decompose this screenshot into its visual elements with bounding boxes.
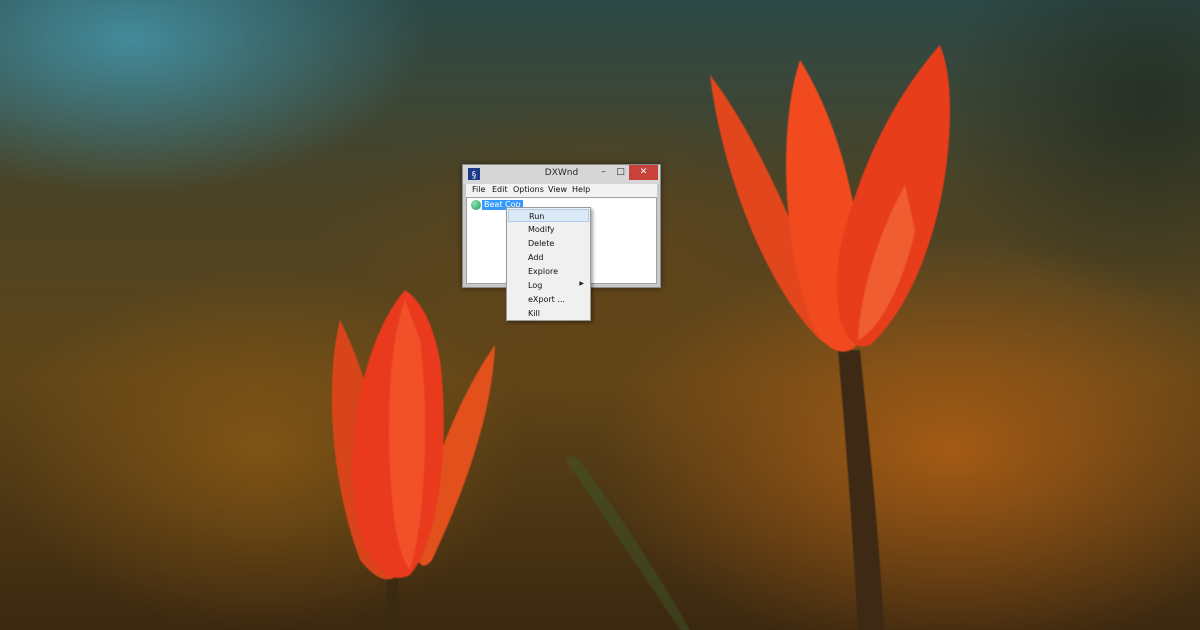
- right-tulip-petal-right: [836, 45, 950, 347]
- dxwnd-app-icon: §: [468, 168, 480, 180]
- context-menu: Run Modify Delete Add Explore Log ▶ eXpo…: [506, 207, 591, 321]
- context-menu-modify[interactable]: Modify: [508, 223, 589, 236]
- context-menu-item-label: eXport ...: [528, 295, 565, 304]
- grass-blade: [565, 455, 690, 630]
- menu-bar: File Edit Options View Help: [466, 184, 657, 197]
- context-menu-item-label: Kill: [528, 309, 540, 318]
- menu-help[interactable]: Help: [572, 185, 590, 194]
- context-menu-add[interactable]: Add: [508, 251, 589, 264]
- tulip-wallpaper: [331, 45, 950, 630]
- context-menu-kill[interactable]: Kill: [508, 307, 589, 320]
- context-menu-item-label: Run: [529, 212, 545, 221]
- menu-options[interactable]: Options: [513, 185, 544, 194]
- context-menu-item-label: Delete: [528, 239, 555, 248]
- context-menu-run[interactable]: Run: [508, 209, 589, 222]
- title-bar[interactable]: § DXWnd – □ ✕: [463, 165, 660, 184]
- context-menu-export[interactable]: eXport ...: [508, 293, 589, 306]
- menu-view[interactable]: View: [548, 185, 567, 194]
- right-tulip-stem: [838, 350, 884, 630]
- context-menu-delete[interactable]: Delete: [508, 237, 589, 250]
- desktop: § DXWnd – □ ✕ File Edit Options View Hel…: [0, 0, 1200, 630]
- context-menu-explore[interactable]: Explore: [508, 265, 589, 278]
- context-menu-log[interactable]: Log ▶: [508, 279, 589, 292]
- context-menu-item-label: Log: [528, 281, 543, 290]
- menu-file[interactable]: File: [472, 185, 485, 194]
- submenu-arrow-icon: ▶: [579, 280, 584, 287]
- left-tulip-stem: [384, 575, 400, 630]
- maximize-button[interactable]: □: [612, 165, 629, 180]
- context-menu-item-label: Modify: [528, 225, 555, 234]
- green-status-icon: [471, 200, 481, 210]
- menu-edit[interactable]: Edit: [492, 185, 508, 194]
- context-menu-item-label: Add: [528, 253, 544, 262]
- minimize-button[interactable]: –: [595, 165, 612, 180]
- svg-text:§: §: [472, 171, 477, 181]
- close-button[interactable]: ✕: [629, 165, 658, 180]
- context-menu-item-label: Explore: [528, 267, 559, 276]
